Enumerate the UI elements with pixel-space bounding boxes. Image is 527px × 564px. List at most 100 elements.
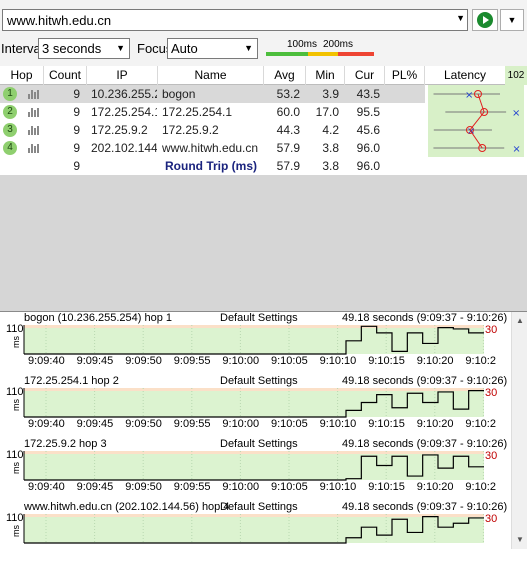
cur-cell: 96.0 <box>356 141 380 155</box>
graph-tick-label: 9:09:50 <box>125 481 162 493</box>
hop-graph[interactable]: 172.25.254.1 hop 2 Default Settings 49.1… <box>0 375 510 438</box>
bar-chart-icon[interactable] <box>28 125 40 135</box>
min-cell: 4.2 <box>322 123 339 137</box>
graph-warn-band <box>24 451 484 454</box>
graph-tick-label: 9:10:05 <box>271 418 308 430</box>
start-button[interactable] <box>472 9 498 31</box>
min-cell: 17.0 <box>315 105 339 119</box>
options-menu-button[interactable]: ▼ <box>500 9 524 31</box>
graph-tick-label: 9:10:00 <box>222 418 260 430</box>
graph-tick-label: 9:10:05 <box>271 355 308 367</box>
graph-tick-label: 9:10:10 <box>319 418 357 430</box>
table-row[interactable]: 1 9 10.236.255.2 bogon 53.2 3.9 43.5 <box>0 85 425 103</box>
scale-200-label: 200ms <box>323 39 354 50</box>
graph-tick-label: 9:10:10 <box>319 481 357 493</box>
graph-tick-label: 9:10:20 <box>416 418 454 430</box>
col-min[interactable]: Min <box>306 66 345 85</box>
col-pl[interactable]: PL% <box>385 66 425 85</box>
hop-graph[interactable]: www.hitwh.edu.cn (202.102.144.56) hop 4 … <box>0 501 510 564</box>
interval-select[interactable]: 3 seconds ▼ <box>38 38 130 59</box>
bar-chart-icon[interactable] <box>28 89 40 99</box>
chevron-down-icon: ▼ <box>116 43 125 53</box>
focus-value: Auto <box>171 41 198 56</box>
latency-chart: ×××× <box>433 90 521 155</box>
graphs-scrollbar[interactable]: ▲ ▼ <box>511 312 527 549</box>
graph-tick-label: 9:10:05 <box>271 481 308 493</box>
scale-100-label: 100ms <box>287 39 318 50</box>
col-name[interactable]: Name <box>158 66 264 85</box>
focus-select[interactable]: Auto ▼ <box>167 38 258 59</box>
graph-area <box>24 325 484 354</box>
graph-tick-label: 9:09:40 <box>28 418 65 430</box>
toolbar: www.hitwh.edu.cn ▼ ▼ Interval 3 seconds … <box>0 0 527 66</box>
name-cell: bogon <box>162 87 196 101</box>
graph-plot <box>23 514 484 544</box>
chevron-down-icon: ▼ <box>244 43 253 53</box>
col-avg[interactable]: Avg <box>264 66 306 85</box>
graph-tick-label: 9:09:45 <box>76 355 114 367</box>
latency-cur-marker: × <box>512 108 520 119</box>
graph-tick-label: 9:10:15 <box>368 418 405 430</box>
play-icon <box>477 12 493 28</box>
scale-warn-bar <box>308 52 338 56</box>
scroll-down-icon[interactable]: ▼ <box>516 535 524 544</box>
hop-number-badge: 4 <box>3 141 17 155</box>
graph-tick-label: 9:09:40 <box>28 355 65 367</box>
hop-graph[interactable]: 172.25.9.2 hop 3 Default Settings 49.18 … <box>0 438 510 501</box>
round-trip-min: 3.8 <box>322 159 339 173</box>
graph-tick-label: 9:10:00 <box>222 355 260 367</box>
bar-chart-icon[interactable] <box>28 143 40 153</box>
hop-number-badge: 2 <box>3 105 17 119</box>
address-input[interactable]: www.hitwh.edu.cn ▼ <box>2 9 468 31</box>
name-cell: 172.25.254.1 <box>162 105 233 119</box>
hop-number-badge: 3 <box>3 123 17 137</box>
graph-tick-label: 9:10:20 <box>416 355 454 367</box>
round-trip-label: Round Trip (ms) <box>165 159 257 173</box>
cur-cell: 45.6 <box>356 123 380 137</box>
round-trip-avg: 57.9 <box>276 159 300 173</box>
hop-graph[interactable]: bogon (10.236.255.254) hop 1 Default Set… <box>0 312 510 375</box>
graph-tick-label: 9:10:10 <box>319 355 357 367</box>
graph-tick-label: 9:09:50 <box>125 418 162 430</box>
graph-tick-label: 9:09:55 <box>173 418 211 430</box>
hop-table: Hop Count IP Name Avg Min Cur PL% Latenc… <box>0 66 527 311</box>
address-text: www.hitwh.edu.cn <box>7 13 112 28</box>
name-cell: www.hitwh.edu.cn <box>162 141 259 155</box>
chevron-down-icon: ▼ <box>507 15 517 25</box>
scroll-up-icon[interactable]: ▲ <box>516 316 524 325</box>
col-hop[interactable]: Hop <box>0 66 44 85</box>
latency-cur-marker: × <box>512 144 520 155</box>
graph-tick-label: 9:10:15 <box>368 481 405 493</box>
address-dropdown-icon[interactable]: ▼ <box>456 13 465 23</box>
col-cur[interactable]: Cur <box>345 66 385 85</box>
graph-tick-label: 9:10:15 <box>368 355 405 367</box>
cur-cell: 95.5 <box>356 105 380 119</box>
timeline-graphs-panel: bogon (10.236.255.254) hop 1 Default Set… <box>0 311 527 549</box>
latency-cur-marker: × <box>465 90 473 101</box>
graph-warn-band <box>24 325 484 328</box>
name-cell: 172.25.9.2 <box>162 123 219 137</box>
avg-cell: 53.2 <box>276 87 300 101</box>
ip-cell: 172.25.254.1 <box>91 105 157 119</box>
graph-tick-label: 9:09:55 <box>173 481 211 493</box>
table-row[interactable]: 4 9 202.102.144. www.hitwh.edu.cn 57.9 3… <box>0 139 425 157</box>
bar-chart-icon[interactable] <box>28 107 40 117</box>
table-row[interactable]: 3 9 172.25.9.2 172.25.9.2 44.3 4.2 45.6 <box>0 121 425 139</box>
round-trip-row: 9 Round Trip (ms) 57.9 3.8 96.0 <box>0 157 425 175</box>
ip-cell: 172.25.9.2 <box>91 123 148 137</box>
latency-avg-line <box>469 93 485 149</box>
graph-area <box>24 388 484 417</box>
col-count[interactable]: Count <box>44 66 87 85</box>
scale-bad-bar <box>338 52 374 56</box>
graph-area <box>24 514 484 543</box>
graph-tick-label: 9:10:2 <box>465 355 496 367</box>
col-ip[interactable]: IP <box>87 66 158 85</box>
latency-max-label: 102 <box>505 66 527 85</box>
ip-cell: 10.236.255.2 <box>91 87 157 101</box>
col-latency[interactable]: Latency <box>425 66 505 85</box>
count-cell: 9 <box>73 141 80 155</box>
ip-cell: 202.102.144. <box>91 141 157 155</box>
table-row[interactable]: 2 9 172.25.254.1 172.25.254.1 60.0 17.0 … <box>0 103 425 121</box>
graph-tick-label: 9:09:50 <box>125 355 162 367</box>
graph-tick-label: 9:10:20 <box>416 481 454 493</box>
